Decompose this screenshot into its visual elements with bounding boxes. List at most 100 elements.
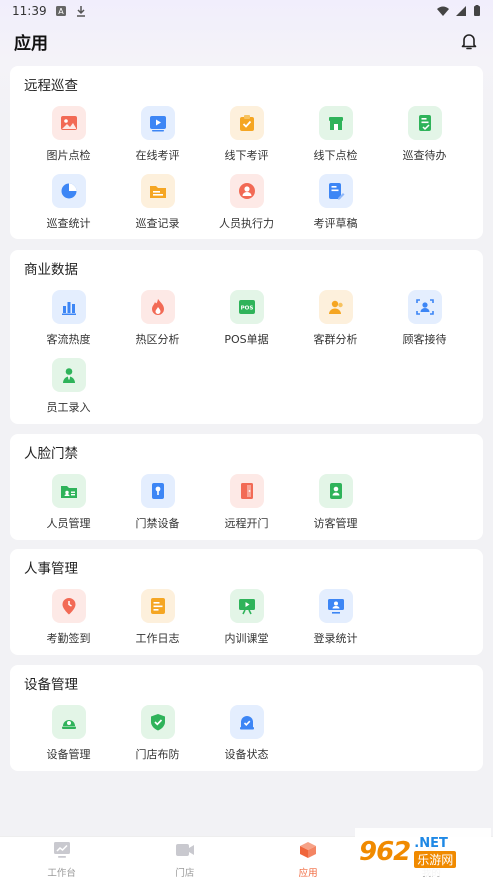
- apps-icon: [298, 841, 318, 863]
- record-folder-icon: [140, 174, 175, 208]
- app-personnel-management[interactable]: 人员管理: [24, 474, 113, 542]
- store-video-icon: [175, 841, 195, 863]
- bar-chart-icon: [51, 290, 86, 324]
- battery-icon: [473, 5, 481, 17]
- app-label: 内训课堂: [224, 632, 269, 645]
- svg-text:A: A: [58, 7, 64, 16]
- shield-icon: [140, 705, 175, 739]
- face-scan-icon: [407, 290, 442, 324]
- app-label: 顾客接待: [402, 333, 447, 346]
- app-label: POS单据: [224, 333, 269, 346]
- section-title: 远程巡查: [24, 78, 78, 94]
- fire-icon: [140, 290, 175, 324]
- person-badge-icon: [229, 174, 264, 208]
- id-card-folder-icon: [51, 474, 86, 508]
- clipboard-check-icon: [229, 106, 264, 140]
- app-access-device[interactable]: 门禁设备: [113, 474, 202, 542]
- app-store-defense[interactable]: 门店布防: [113, 705, 202, 773]
- section-business-data: 商业数据 客流热度 热区分析 POS POS单据 客群分析 顾客接待 员工录入: [10, 250, 483, 424]
- app-label: 客群分析: [313, 333, 358, 346]
- section-face-access: 人脸门禁 人员管理 门禁设备 远程开门 访客管理: [10, 434, 483, 540]
- app-traffic-heat[interactable]: 客流热度: [24, 290, 113, 358]
- app-customer-group[interactable]: 客群分析: [291, 290, 380, 358]
- section-device-management: 设备管理 设备管理 门店布防 设备状态: [10, 665, 483, 771]
- pie-chart-icon: [51, 174, 86, 208]
- bell-icon[interactable]: [459, 31, 479, 51]
- notification-icon: A: [55, 5, 67, 17]
- app-label: 热区分析: [135, 333, 180, 346]
- app-device-management[interactable]: 设备管理: [24, 705, 113, 773]
- app-label: 在线考评: [135, 149, 180, 162]
- customer-group-icon: [318, 290, 353, 324]
- app-image-check[interactable]: 图片点检: [24, 106, 113, 174]
- app-label: 设备状态: [224, 748, 269, 761]
- signal-icon: [455, 5, 467, 17]
- app-label: 人员执行力: [219, 217, 274, 230]
- app-training-classroom[interactable]: 内训课堂: [202, 589, 291, 657]
- app-label: 巡查统计: [46, 217, 91, 230]
- watermark-logo: 962 .NET 乐游网: [355, 828, 491, 876]
- watermark-name: 乐游网: [414, 851, 457, 868]
- app-staff-execution[interactable]: 人员执行力: [202, 174, 291, 242]
- access-device-icon: [140, 474, 175, 508]
- pos-icon: POS: [229, 290, 264, 324]
- app-pos-receipts[interactable]: POS POS单据: [202, 290, 291, 358]
- employee-icon: [51, 358, 86, 392]
- app-inspection-stats[interactable]: 巡查统计: [24, 174, 113, 242]
- app-login-stats[interactable]: 登录统计: [291, 589, 380, 657]
- app-label: 考评草稿: [313, 217, 358, 230]
- app-label: 门店布防: [135, 748, 180, 761]
- app-label: 线下考评: [224, 149, 269, 162]
- door-icon: [229, 474, 264, 508]
- app-evaluation-draft[interactable]: 考评草稿: [291, 174, 380, 242]
- app-customer-reception[interactable]: 顾客接待: [380, 290, 469, 358]
- log-icon: [140, 589, 175, 623]
- tab-store[interactable]: 门店: [123, 837, 246, 878]
- tab-label: 工作台: [47, 868, 76, 878]
- visitor-icon: [318, 474, 353, 508]
- section-hr-management: 人事管理 考勤签到 工作日志 内训课堂 登录统计: [10, 549, 483, 655]
- draft-doc-icon: [318, 174, 353, 208]
- app-online-evaluation[interactable]: 在线考评: [113, 106, 202, 174]
- classroom-icon: [229, 589, 264, 623]
- app-header: 应用: [0, 22, 493, 60]
- section-title: 商业数据: [24, 262, 78, 278]
- app-hotspot-analysis[interactable]: 热区分析: [113, 290, 202, 358]
- watermark-number: 962: [359, 837, 411, 867]
- app-offline-evaluation[interactable]: 线下考评: [202, 106, 291, 174]
- app-device-status[interactable]: 设备状态: [202, 705, 291, 773]
- app-label: 登录统计: [313, 632, 358, 645]
- video-icon: [140, 106, 175, 140]
- app-inspection-todo[interactable]: 巡查待办: [380, 106, 469, 174]
- app-label: 门禁设备: [135, 517, 180, 530]
- watermark-suffix: .NET: [414, 836, 448, 851]
- app-label: 远程开门: [224, 517, 269, 530]
- location-clock-icon: [51, 589, 86, 623]
- app-label: 人员管理: [46, 517, 91, 530]
- app-label: 巡查记录: [135, 217, 180, 230]
- app-visitor-management[interactable]: 访客管理: [291, 474, 380, 542]
- app-label: 线下点检: [313, 149, 358, 162]
- app-attendance-checkin[interactable]: 考勤签到: [24, 589, 113, 657]
- section-title: 人脸门禁: [24, 446, 78, 462]
- app-label: 图片点检: [46, 149, 91, 162]
- svg-text:POS: POS: [240, 306, 253, 312]
- app-inspection-records[interactable]: 巡查记录: [113, 174, 202, 242]
- app-label: 员工录入: [46, 401, 91, 414]
- todo-doc-icon: [407, 106, 442, 140]
- tab-label: 门店: [175, 868, 195, 878]
- status-bar: 11:39 A: [0, 0, 493, 22]
- tab-apps[interactable]: 应用: [247, 837, 370, 878]
- app-offline-check[interactable]: 线下点检: [291, 106, 380, 174]
- app-employee-entry[interactable]: 员工录入: [24, 358, 113, 426]
- section-remote-inspection: 远程巡查 图片点检 在线考评 线下考评 线下点检 巡查待办 巡查统计 巡查记录: [10, 66, 483, 239]
- picture-icon: [51, 106, 86, 140]
- workbench-icon: [52, 841, 72, 863]
- app-label: 客流热度: [46, 333, 91, 346]
- download-icon: [75, 5, 87, 17]
- tab-workbench[interactable]: 工作台: [0, 837, 123, 878]
- app-work-log[interactable]: 工作日志: [113, 589, 202, 657]
- app-label: 考勤签到: [46, 632, 91, 645]
- monitor-icon: [318, 589, 353, 623]
- app-remote-open-door[interactable]: 远程开门: [202, 474, 291, 542]
